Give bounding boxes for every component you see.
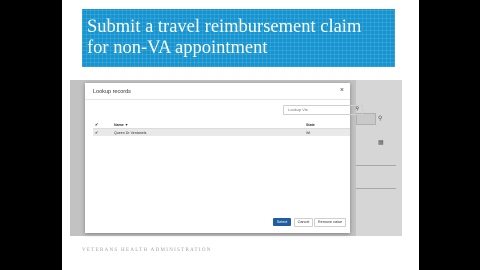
cancel-button[interactable]: Cancel [294, 218, 313, 227]
title-band: Submit a travel reimbursement claim for … [82, 9, 395, 67]
remove-value-button[interactable]: Remove value [314, 218, 346, 227]
slide: Submit a travel reimbursement claim for … [62, 0, 419, 270]
table-row[interactable]: ✔ Queen Dr Ventanels WI [93, 129, 350, 136]
background-panel [356, 80, 402, 236]
row-state: WI [306, 130, 311, 135]
column-header-name-label: Name [114, 122, 124, 127]
search-input[interactable]: Lookup Vis ⚲ [283, 105, 363, 115]
row-checkbox[interactable]: ✔ [95, 130, 98, 135]
table-header-row: ✔ Name ▼ State [93, 121, 350, 129]
background-divider [356, 188, 396, 189]
slide-footer: VETERANS HEALTH ADMINISTRATION [82, 248, 212, 253]
search-input-value[interactable]: Lookup Vis [288, 107, 308, 112]
select-all-checkbox[interactable]: ✔ [95, 122, 98, 127]
dialog-title: Lookup records [93, 89, 131, 95]
divider [85, 99, 350, 100]
background-divider [356, 165, 396, 166]
close-icon[interactable]: × [340, 87, 344, 94]
column-header-state[interactable]: State [306, 123, 315, 127]
sort-icon: ▼ [124, 122, 129, 127]
row-name[interactable]: Queen Dr Ventanels [114, 131, 146, 135]
background-calendar-icon: ▦ [378, 140, 384, 146]
search-icon[interactable]: ⚲ [355, 106, 359, 112]
slide-title: Submit a travel reimbursement claim for … [87, 17, 362, 58]
lookup-records-dialog: Lookup records × Lookup Vis ⚲ ✔ Name ▼ S… [85, 83, 363, 233]
background-search-icon: ⚲ [378, 116, 383, 122]
select-button[interactable]: Select [273, 218, 291, 226]
column-header-name[interactable]: Name ▼ [114, 123, 128, 127]
embedded-screenshot: ⚲ ▦ Lookup records × Lookup Vis ⚲ ✔ Name… [70, 80, 402, 236]
